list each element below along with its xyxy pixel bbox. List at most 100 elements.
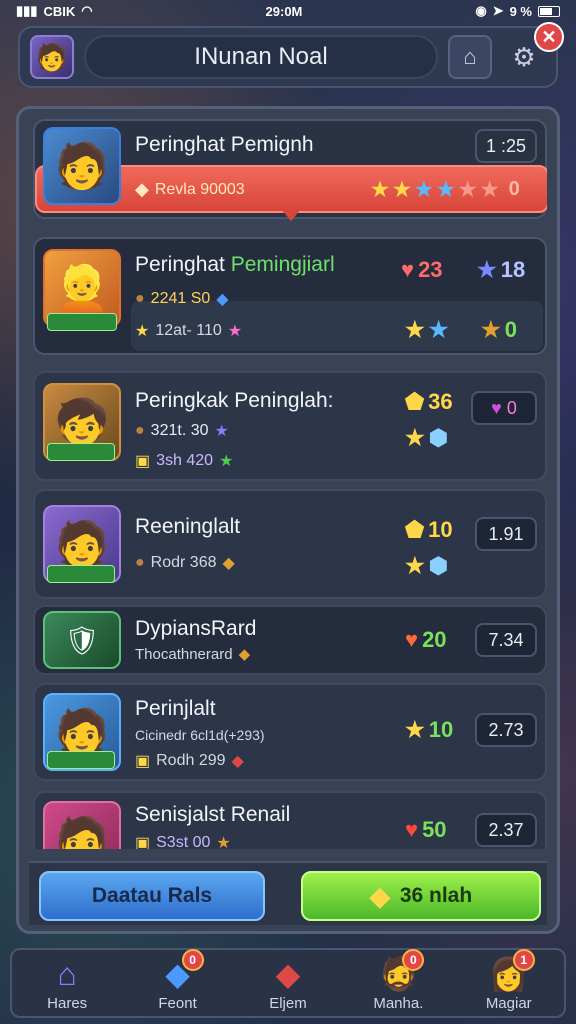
shield-stat: ⬟ 10 [405, 517, 453, 542]
nav-label: Feont [158, 994, 197, 1012]
reward-text: Revla 90003 [154, 180, 245, 198]
nav-label: Manha. [373, 994, 424, 1012]
avatar: 🛡 [43, 611, 121, 669]
cube-icon: ⬢ [428, 425, 448, 450]
list-item[interactable]: 🧑 Reeninglalt ● Rodr 368 ◆ ⬟ 10 ★ ⬢ 1.91 [33, 489, 547, 599]
level-badge [47, 751, 115, 769]
heart-stat: ♥ 23 [401, 257, 443, 282]
top-entry-time: 1 :25 [475, 129, 537, 163]
carrier-label: CBIK [43, 3, 76, 19]
nav-badge: 0 [181, 948, 204, 971]
tag-icon: ▣ [135, 753, 151, 770]
nav-label: Eljem [269, 994, 307, 1012]
right-action-label: 36 nlah [399, 884, 473, 907]
star-cube: ★ ⬢ [405, 425, 448, 451]
red-gem-icon: ◆ [231, 753, 244, 770]
list-item[interactable]: 🛡 DypiansRard Thocathnerard ◆ ♥ 20 7.34 [33, 605, 547, 675]
avatar: 🧑 [43, 127, 121, 205]
page-title: INunan Noal [84, 35, 438, 79]
cube-icon: ⬢ [428, 553, 448, 578]
level-badge [47, 565, 115, 583]
list-item-sub: ● 2241 S0 ◆ [135, 290, 229, 308]
row-value: 1.91 [475, 517, 537, 551]
list-item-name: Reeninglalt [135, 515, 241, 538]
top-entry-reward: ◆ Revla 90003 [135, 179, 245, 200]
nav-label: Magiar [485, 994, 532, 1012]
avatar: 🧑 [43, 801, 121, 849]
nav-label: Hares [47, 994, 88, 1012]
shield-icon: ⬟ [405, 517, 425, 542]
heart-stat: ♥ 20 [405, 627, 447, 652]
right-action-button[interactable]: ◆ 36 nlah [301, 871, 541, 921]
shield-stat: ⬟ 36 [405, 389, 453, 414]
level-badge [47, 313, 117, 331]
gold-gem-icon: ◆ [135, 179, 149, 199]
star-icon: ★ [214, 423, 229, 440]
nav-item-eljem[interactable]: ◆ Eljem [238, 955, 338, 1012]
star-icon: ★ [481, 317, 501, 342]
action-bar: Daatau Rals ◆ 36 nlah [29, 861, 547, 925]
list-item-name: Perinjlalt [135, 697, 216, 720]
left-action-button[interactable]: Daatau Rals [39, 871, 265, 921]
row-value: 2.37 [475, 813, 537, 847]
star-icon: ★ [477, 257, 497, 282]
list-item[interactable]: 👱 Peringhat Pemingjiarl ♥ 23 ★ 18 ● 2241 S… [33, 237, 547, 355]
list-item-sub: ▣ 3sh 420 ★ [135, 452, 234, 470]
list-item-sub: ● Rodr 368 ◆ [135, 554, 235, 572]
close-button[interactable]: ✕ [534, 22, 564, 52]
red-gem-icon: ◆ [275, 955, 301, 992]
star-icon: ★ [216, 835, 231, 849]
heart-icon: ♥ [405, 627, 419, 652]
list-item-name: DypiansRard [135, 617, 257, 640]
tag-icon: ▣ [135, 453, 151, 470]
star-icon: ★ [405, 425, 425, 450]
status-time: 29:0M [265, 3, 303, 19]
top-entry[interactable]: 🧑 Peringhat Pemignh 1 :25 ◆ Revla 90003 … [33, 119, 547, 221]
nav-item-magiar[interactable]: 👩 1 Magiar [459, 948, 559, 1012]
blue-gem-icon: ◆ [216, 291, 229, 308]
star-icon: ★ [436, 179, 455, 201]
home-icon[interactable]: ⌂ [448, 35, 492, 79]
gold-gem-icon: ◆ [369, 880, 390, 911]
list-item[interactable]: 🧑 Senisjalst Renail ▣ S3st 00 ★ ♥ 50 2.37 [33, 791, 547, 849]
star-icon: ★ [405, 553, 425, 578]
battery-label: 9 % [509, 3, 532, 19]
nav-badge: 0 [402, 948, 425, 971]
nav-item-feont[interactable]: ◆ 0 Feont [128, 948, 228, 1012]
gold-gem-icon: ◆ [238, 646, 251, 663]
banner-pointer [281, 209, 301, 221]
leaderboard-list[interactable]: 🧑 Peringhat Pemignh 1 :25 ◆ Revla 90003 … [33, 119, 547, 849]
heart-icon: ♥ [401, 257, 415, 282]
star-stat: ★ 18 [477, 257, 526, 282]
bottom-nav: ⌂ Hares ◆ 0 Feont ◆ Eljem 🧔 0 Manha. 👩 1… [10, 948, 566, 1018]
wifi-icon: ◠ [81, 3, 93, 18]
star-icon: ★ [405, 717, 425, 742]
list-item-sub: Thocathnerard ◆ [135, 645, 251, 664]
star-icon: ★ [458, 179, 477, 201]
list-item-name: Senisjalst Renail [135, 803, 291, 826]
nav-item-manha[interactable]: 🧔 0 Manha. [348, 948, 448, 1012]
list-item[interactable]: 🧑 Perinjlalt Cicinedr 6cl1d(+293) ▣ Rodh… [33, 683, 547, 781]
star-icon: ★ [392, 179, 411, 201]
player-avatar[interactable]: 🧑 [30, 35, 74, 79]
list-item-sub: ★ 12at- 110 ★ [135, 322, 243, 340]
cookie-icon: ● [135, 422, 145, 439]
list-item-name: Peringhat Pemingjiarl [135, 253, 335, 276]
shield-icon: ⬟ [405, 389, 425, 414]
list-item[interactable]: 🧒 Peringkak Peninglah: ● 321t. 30 ★ ▣ 3s… [33, 371, 547, 481]
nav-item-hares[interactable]: ⌂ Hares [17, 955, 117, 1012]
tag-icon: ▣ [135, 835, 151, 849]
star-icon: ★ [414, 179, 433, 201]
signal-icon: ▮▮▮ [16, 3, 38, 18]
star-icon: ★ [428, 317, 449, 342]
leaderboard-panel: 🧑 Peringhat Pemignh 1 :25 ◆ Revla 90003 … [16, 106, 560, 934]
star-icon: ★ [371, 179, 389, 201]
house-icon: ⌂ [57, 955, 77, 992]
level-badge [47, 443, 115, 461]
list-item-name: Peringkak Peninglah: [135, 389, 334, 412]
star-icon: ★ [405, 317, 425, 342]
star-icon: ★ [135, 323, 150, 340]
star-stat: ★ 10 [405, 717, 454, 742]
green-stat: ★ 0 [481, 317, 517, 342]
star-cube: ★ ⬢ [405, 553, 448, 579]
